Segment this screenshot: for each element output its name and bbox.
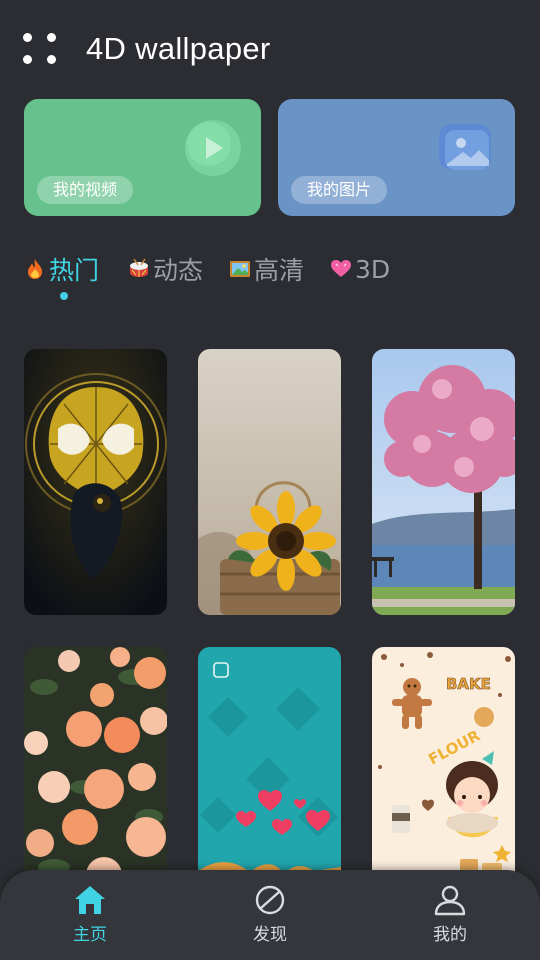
app-title: 4D wallpaper xyxy=(86,31,271,66)
compass-icon xyxy=(255,885,285,915)
menu-grid-icon[interactable] xyxy=(22,32,58,68)
tab-hot-label: 热门 xyxy=(49,256,100,285)
wallpaper-thumbnail-blossom-tree[interactable] xyxy=(372,349,515,615)
app-header: 4D wallpaper xyxy=(0,0,540,100)
tab-hd-label: 高清 xyxy=(254,256,305,285)
active-tab-indicator xyxy=(60,292,68,300)
my-videos-label: 我的视频 xyxy=(37,176,134,204)
person-icon xyxy=(434,885,466,916)
tab-dynamic[interactable]: 动态 xyxy=(128,249,203,289)
home-icon xyxy=(75,886,105,914)
picture-icon xyxy=(230,261,250,277)
my-videos-card[interactable]: 我的视频 xyxy=(24,99,261,216)
tab-hd[interactable]: 高清 xyxy=(229,249,304,289)
spider-hero-image xyxy=(24,349,167,615)
wallpaper-thumbnail-sunflower[interactable] xyxy=(198,349,341,615)
fire-icon xyxy=(28,259,42,279)
wallpaper-thumbnail-spider-hero[interactable] xyxy=(24,349,167,615)
tab-3d[interactable]: 3D xyxy=(330,249,390,289)
nav-profile-label: 我的 xyxy=(433,925,467,945)
my-photos-card[interactable]: 我的图片 xyxy=(278,99,515,216)
nav-discover[interactable]: 发现 xyxy=(220,884,320,945)
nav-profile[interactable]: 我的 xyxy=(400,884,500,945)
tab-dynamic-label: 动态 xyxy=(153,256,204,285)
video-play-icon xyxy=(185,120,241,176)
category-tabs: 热门 动态 高清 3D xyxy=(24,249,524,300)
drum-icon xyxy=(130,258,148,277)
heart-icon xyxy=(331,260,351,277)
my-photos-label: 我的图片 xyxy=(291,176,388,204)
blossom-tree-image xyxy=(372,349,515,615)
nav-home-label: 主页 xyxy=(73,925,107,945)
nav-discover-label: 发现 xyxy=(253,925,287,945)
svg-text:BAKE: BAKE xyxy=(446,675,491,693)
tab-3d-label: 3D xyxy=(355,254,391,284)
tab-hot[interactable]: 热门 xyxy=(24,249,99,289)
photo-gallery-icon xyxy=(439,124,491,170)
sunflower-image xyxy=(198,349,341,615)
bottom-navigation: 主页 发现 我的 xyxy=(0,870,540,960)
nav-home[interactable]: 主页 xyxy=(40,884,140,945)
